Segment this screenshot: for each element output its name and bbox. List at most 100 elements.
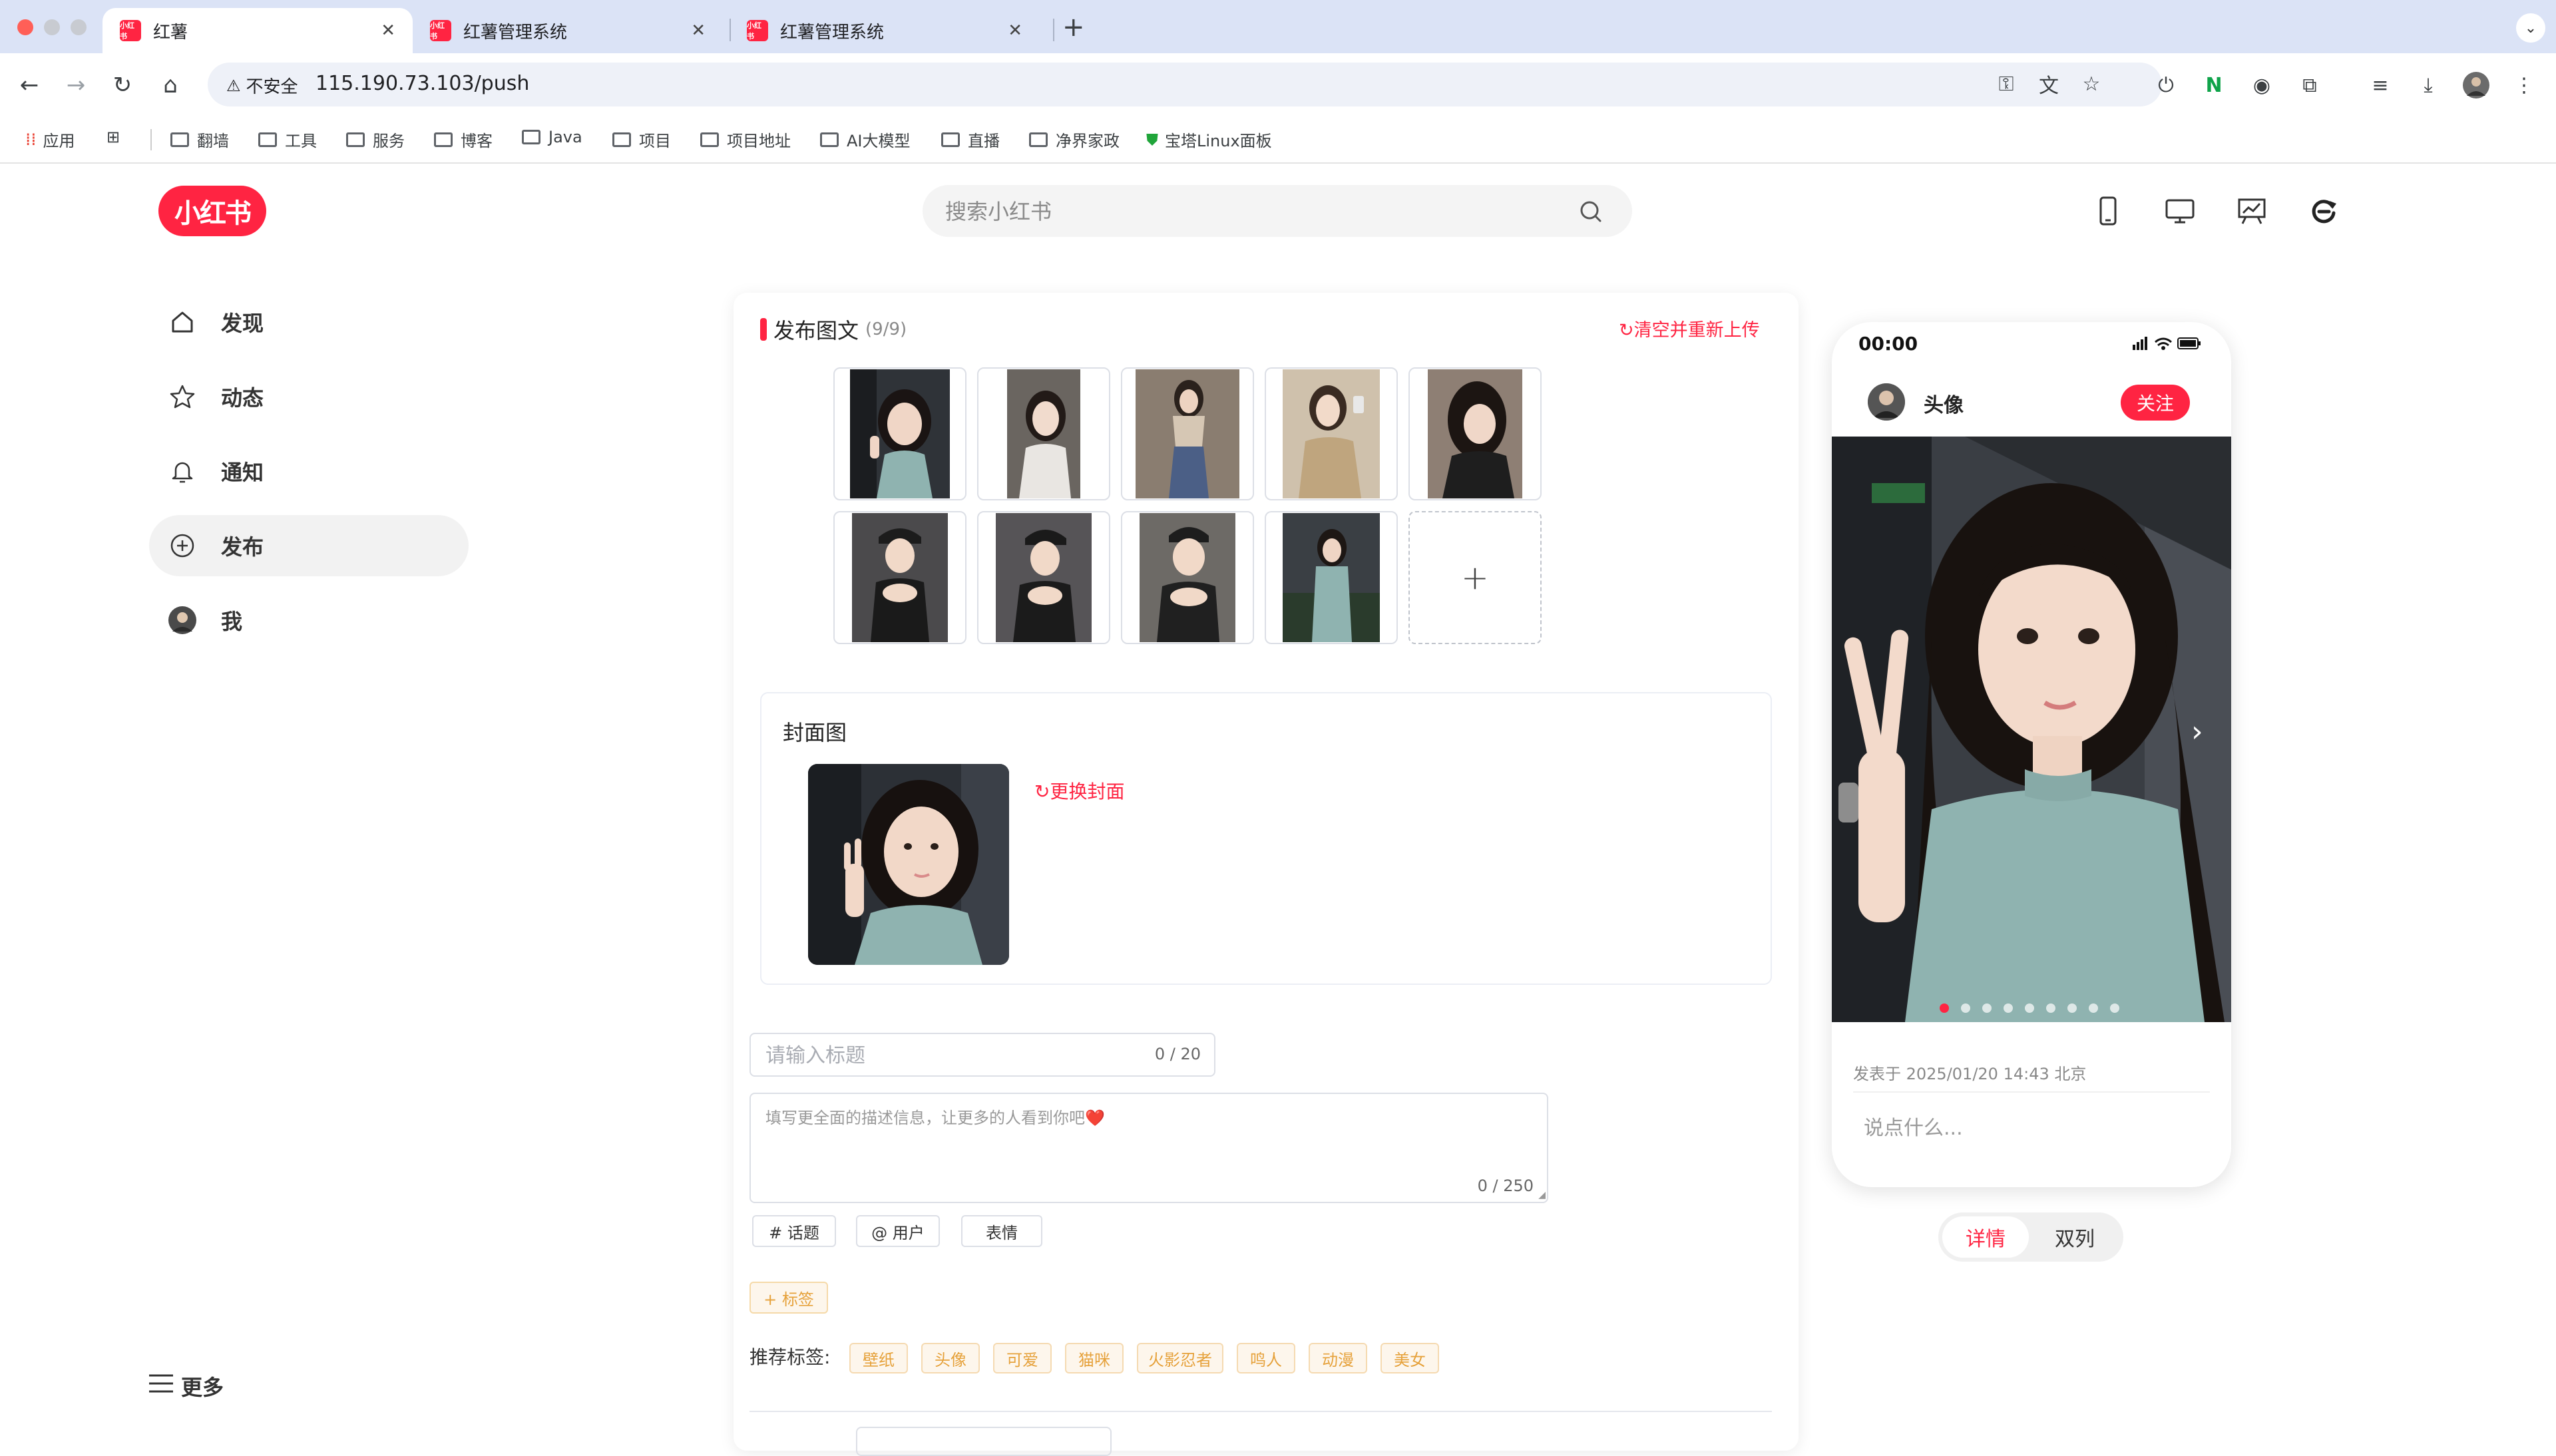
pagination-dot[interactable] [1961, 1003, 1970, 1013]
bookmark-folder-tools[interactable]: 工具 [258, 128, 317, 151]
address-bar[interactable]: ⚠ 不安全 115.190.73.103/push ⚿ 文 ☆ [208, 63, 2162, 106]
close-tab-icon[interactable]: ✕ [691, 21, 706, 41]
uploaded-image-8[interactable] [1121, 511, 1254, 644]
close-window-button[interactable] [17, 19, 33, 35]
description-textarea[interactable] [764, 1103, 1532, 1173]
home-button-icon[interactable]: ⌂ [154, 69, 186, 101]
emoji-button[interactable]: 表情 [961, 1215, 1042, 1247]
translate-icon[interactable]: 文 [2034, 69, 2063, 98]
pagination-dot[interactable] [2110, 1003, 2119, 1013]
search-bar[interactable] [923, 185, 1632, 238]
power-extension-icon[interactable]: ⏻ [2151, 71, 2181, 100]
uploaded-image-9[interactable] [1265, 511, 1398, 644]
nav-item-me[interactable]: 我 [149, 590, 469, 651]
pagination-dot[interactable] [2025, 1003, 2034, 1013]
recommended-tag[interactable]: 可爱 [993, 1343, 1052, 1373]
new-tab-button[interactable]: + [1062, 12, 1085, 43]
next-image-chevron-icon[interactable]: › [2191, 715, 2203, 749]
bookmark-folder-services[interactable]: 服务 [346, 128, 405, 151]
nav-item-discover[interactable]: 发现 [149, 291, 469, 353]
follow-button[interactable]: 关注 [2121, 385, 2190, 421]
reload-icon[interactable]: ↻ [106, 69, 138, 101]
xiaohongshu-logo[interactable]: 小红书 [158, 186, 266, 236]
bookmark-folder-java[interactable]: Java [522, 128, 582, 146]
desktop-preview-icon[interactable] [2163, 194, 2197, 228]
clear-reupload-button[interactable]: ↻清空并重新上传 [1619, 315, 1760, 341]
uploaded-image-1[interactable] [833, 367, 966, 500]
extensions-puzzle-icon[interactable]: ⧉ [2295, 71, 2324, 100]
profile-avatar-icon[interactable] [2461, 71, 2491, 100]
recommended-tag[interactable]: 鸣人 [1237, 1343, 1295, 1373]
title-input[interactable] [764, 1034, 1140, 1077]
bookmark-folder-blog[interactable]: 博客 [434, 128, 493, 151]
view-double-column-tab[interactable]: 双列 [2031, 1216, 2118, 1258]
close-tab-icon[interactable]: ✕ [1008, 21, 1022, 41]
bookmark-folder-projects[interactable]: 项目 [612, 128, 671, 151]
reading-list-icon[interactable]: ≡ [2366, 71, 2395, 100]
bookmark-folder-ai-models[interactable]: AI大模型 [820, 128, 911, 151]
url-text[interactable]: 115.190.73.103/push [316, 72, 529, 95]
recommended-tag[interactable]: 头像 [921, 1343, 980, 1373]
cover-image[interactable] [808, 764, 1009, 965]
pagination-dot[interactable] [2089, 1003, 2098, 1013]
browser-tab-1[interactable]: 小红书 红薯 ✕ [103, 8, 413, 53]
bookmark-apps[interactable]: ⁞⁞ 应用 [25, 128, 75, 151]
minimize-window-button[interactable] [44, 19, 60, 35]
maximize-window-button[interactable] [71, 19, 87, 35]
refresh-swirl-icon[interactable] [2307, 194, 2340, 228]
recommended-tag[interactable]: 动漫 [1309, 1343, 1367, 1373]
browser-tab-3[interactable]: 小红书 红薯管理系统 ✕ [730, 8, 1040, 53]
recommended-tag[interactable]: 猫咪 [1065, 1343, 1124, 1373]
pagination-dot[interactable] [2004, 1003, 2013, 1013]
uploaded-image-5[interactable] [1408, 367, 1542, 500]
uploaded-image-3[interactable] [1121, 367, 1254, 500]
tab-groups-icon[interactable]: ⊞ [106, 128, 120, 146]
password-key-icon[interactable]: ⚿ [1992, 69, 2021, 98]
not-secure-indicator[interactable]: ⚠ 不安全 [226, 73, 298, 98]
title-field[interactable]: 0 / 20 [749, 1033, 1215, 1077]
pagination-dot[interactable] [1982, 1003, 1992, 1013]
add-image-button[interactable]: + [1408, 511, 1542, 644]
next-field[interactable] [856, 1427, 1112, 1456]
tab-search-chevron-icon[interactable]: ⌄ [2516, 13, 2545, 43]
bookmark-folder-fanqiang[interactable]: 翻墙 [170, 128, 229, 151]
pagination-dot[interactable] [1940, 1003, 1949, 1013]
bookmark-folder-housekeeping[interactable]: 净界家政 [1029, 128, 1120, 151]
pagination-dot[interactable] [2046, 1003, 2055, 1013]
search-input[interactable] [944, 185, 1546, 238]
resize-handle-icon[interactable]: ◢ [1538, 1190, 1546, 1200]
topic-button[interactable]: # 话题 [752, 1215, 836, 1247]
uploaded-image-4[interactable] [1265, 367, 1398, 500]
nav-item-publish[interactable]: 发布 [149, 515, 469, 576]
recommended-tag[interactable]: 壁纸 [849, 1343, 908, 1373]
more-menu[interactable]: 更多 [148, 1371, 224, 1401]
comment-input-placeholder[interactable]: 说点什么... [1864, 1111, 1963, 1141]
preview-main-image[interactable] [1832, 437, 2231, 1022]
uploaded-image-2[interactable] [977, 367, 1110, 500]
pagination-dot[interactable] [2067, 1003, 2077, 1013]
n-extension-icon[interactable]: N [2199, 71, 2229, 100]
presentation-chart-icon[interactable] [2235, 194, 2268, 228]
close-tab-icon[interactable]: ✕ [381, 21, 395, 41]
browser-tab-2[interactable]: 小红书 红薯管理系统 ✕ [413, 8, 723, 53]
recommended-tag[interactable]: 火影忍者 [1137, 1343, 1223, 1373]
browser-menu-icon[interactable]: ⋮ [2509, 71, 2539, 100]
download-icon[interactable]: ⤓ [2414, 71, 2443, 100]
recommended-tag[interactable]: 美女 [1381, 1343, 1439, 1373]
view-detail-tab[interactable]: 详情 [1942, 1216, 2029, 1258]
forward-arrow-icon[interactable]: → [60, 69, 92, 101]
mention-user-button[interactable]: @ 用户 [856, 1215, 940, 1247]
back-arrow-icon[interactable]: ← [13, 69, 45, 101]
uploaded-image-7[interactable] [977, 511, 1110, 644]
add-tag-button[interactable]: + 标签 [749, 1282, 828, 1314]
description-field[interactable]: 0 / 250 ◢ [749, 1093, 1548, 1203]
bookmark-folder-live[interactable]: 直播 [941, 128, 1000, 151]
uploaded-image-6[interactable] [833, 511, 966, 644]
bookmark-star-icon[interactable]: ☆ [2077, 69, 2106, 98]
bookmark-baota-panel[interactable]: ⛊ 宝塔Linux面板 [1146, 128, 1272, 151]
search-icon[interactable] [1578, 198, 1604, 228]
mobile-preview-icon[interactable] [2091, 194, 2125, 228]
change-cover-button[interactable]: ↻更换封面 [1034, 777, 1124, 804]
bookmark-folder-project-urls[interactable]: 项目地址 [700, 128, 791, 151]
nav-item-activity[interactable]: 动态 [149, 366, 469, 427]
